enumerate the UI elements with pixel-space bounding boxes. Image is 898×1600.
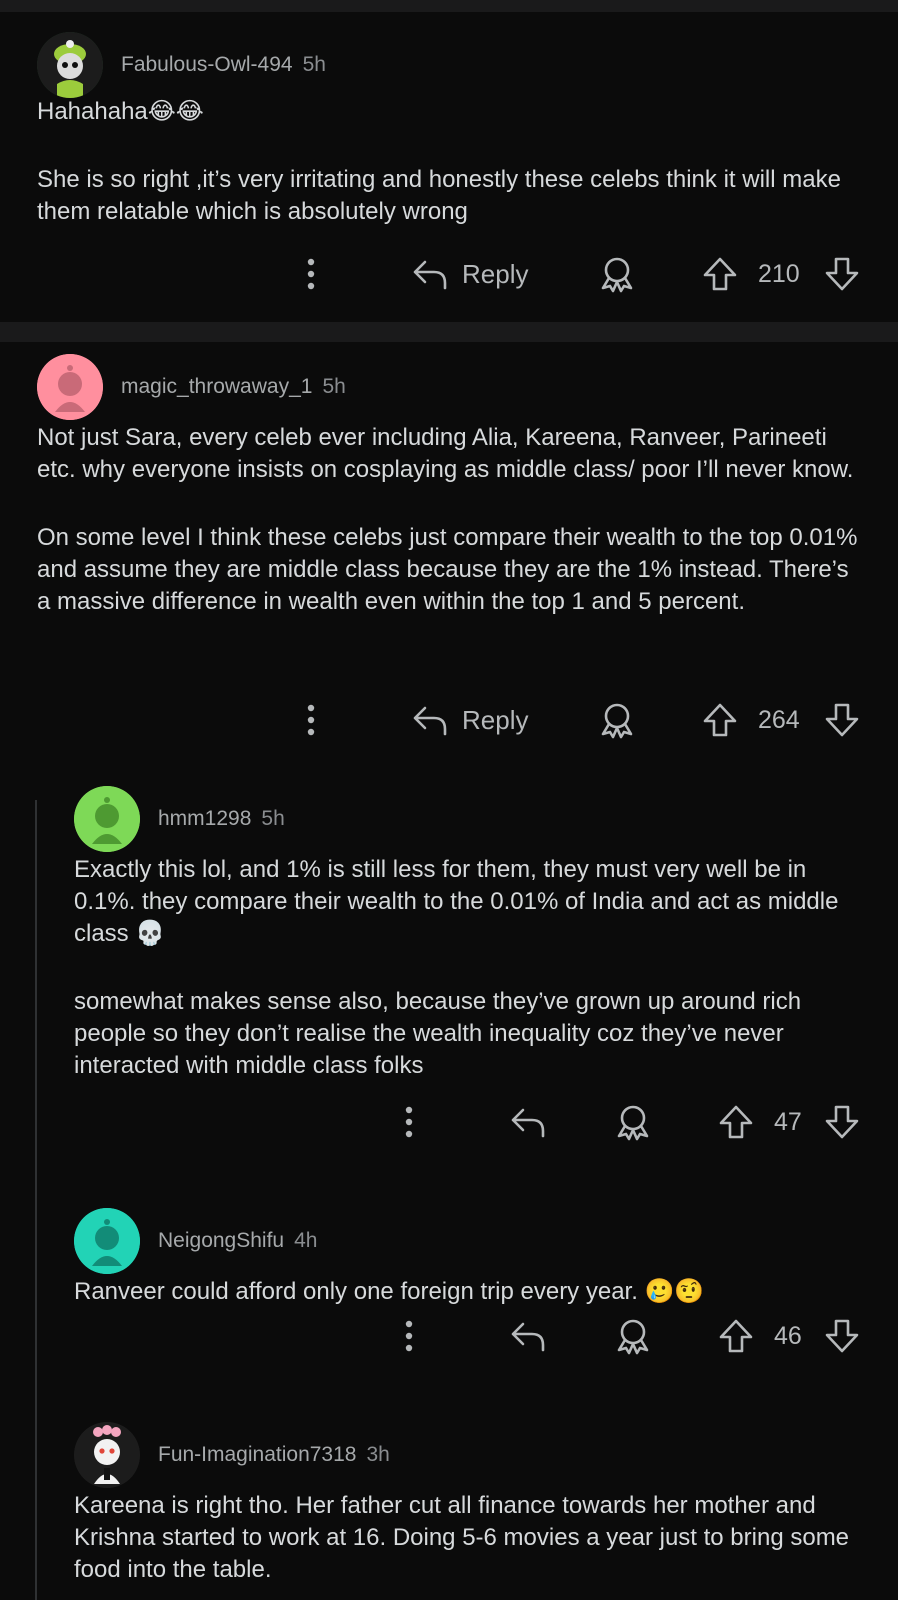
downvote-button[interactable] <box>824 702 860 738</box>
award-button[interactable] <box>598 255 636 293</box>
upvote-arrow-icon <box>719 1105 753 1139</box>
comment-paragraph: Hahahaha😂😂 <box>37 98 204 125</box>
vote-count-text: 47 <box>774 1107 802 1136</box>
comment-actions: 47 <box>0 1102 898 1142</box>
upvote-arrow-icon <box>703 257 737 291</box>
downvote-button[interactable] <box>824 1104 860 1140</box>
username[interactable]: NeigongShifu <box>158 1229 284 1253</box>
more-options-button[interactable] <box>403 1105 415 1139</box>
award-button[interactable] <box>598 701 636 739</box>
comment-body: Not just Sara, every celeb ever includin… <box>37 422 867 618</box>
reply-button[interactable] <box>510 1320 546 1352</box>
username[interactable]: Fun-Imagination7318 <box>158 1443 356 1467</box>
comment-card: Fabulous-Owl-494 5h Hahahaha😂😂 She is so… <box>0 12 898 322</box>
avatar[interactable] <box>74 786 140 852</box>
comment-card: magic_throwaway_1 5h Not just Sara, ever… <box>0 342 898 1600</box>
upvote-button[interactable] <box>718 1318 754 1354</box>
reply-button[interactable]: Reply <box>412 704 528 736</box>
downvote-arrow-icon <box>825 257 859 291</box>
avatar[interactable] <box>37 32 103 98</box>
username[interactable]: magic_throwaway_1 <box>121 375 312 399</box>
upvote-button[interactable] <box>702 702 738 738</box>
comment-paragraph: On some level I think these celebs just … <box>37 524 858 615</box>
comment-header: Fun-Imagination7318 3h <box>74 1422 390 1488</box>
reply-label: Reply <box>462 704 529 735</box>
comment-paragraph: Ranveer could afford only one foreign tr… <box>74 1278 705 1305</box>
comment-body: Ranveer could afford only one foreign tr… <box>74 1276 874 1308</box>
comment-paragraph: Not just Sara, every celeb ever includin… <box>37 424 854 483</box>
avatar[interactable] <box>74 1422 140 1488</box>
thread-line[interactable] <box>35 800 37 1600</box>
reply-label: Reply <box>462 258 529 289</box>
comment-paragraph: She is so right ,it’s very irritating an… <box>37 166 841 225</box>
upvote-button[interactable] <box>702 256 738 292</box>
comment-header: NeigongShifu 4h <box>74 1208 317 1274</box>
reply-arrow-icon <box>413 260 447 290</box>
vote-count: 47 <box>774 1108 802 1137</box>
more-options-icon <box>307 258 315 290</box>
upvote-arrow-icon <box>703 703 737 737</box>
comment-body: Hahahaha😂😂 She is so right ,it’s very ir… <box>37 96 867 228</box>
timestamp: 5h <box>261 807 285 830</box>
more-options-button[interactable] <box>305 257 317 291</box>
downvote-button[interactable] <box>824 256 860 292</box>
top-divider <box>0 0 898 12</box>
username[interactable]: Fabulous-Owl-494 <box>121 53 293 77</box>
award-icon <box>601 257 633 293</box>
vote-count: 210 <box>758 260 800 289</box>
downvote-arrow-icon <box>825 1319 859 1353</box>
vote-count-text: 210 <box>758 259 800 288</box>
award-button[interactable] <box>614 1317 652 1355</box>
upvote-button[interactable] <box>718 1104 754 1140</box>
more-options-icon <box>405 1106 413 1138</box>
timestamp: 5h <box>322 375 346 398</box>
vote-count-text: 46 <box>774 1321 802 1350</box>
downvote-arrow-icon <box>825 1105 859 1139</box>
vote-count-text: 264 <box>758 705 800 734</box>
award-icon <box>617 1105 649 1141</box>
comment-header: magic_throwaway_1 5h <box>37 354 346 420</box>
comment-actions: Reply 210 <box>0 254 898 294</box>
comment-paragraph: Kareena is right tho. Her father cut all… <box>74 1492 850 1583</box>
card-separator <box>0 322 898 342</box>
vote-count: 264 <box>758 706 800 735</box>
more-options-icon <box>405 1320 413 1352</box>
reply-arrow-icon <box>413 706 447 736</box>
award-icon <box>601 703 633 739</box>
reply-arrow-icon <box>511 1108 545 1138</box>
avatar[interactable] <box>74 1208 140 1274</box>
reply-button[interactable]: Reply <box>412 258 528 290</box>
timestamp: 5h <box>302 53 326 76</box>
reply-arrow-icon <box>511 1322 545 1352</box>
comment-body: Kareena is right tho. Her father cut all… <box>74 1490 874 1586</box>
avatar[interactable] <box>37 354 103 420</box>
downvote-arrow-icon <box>825 703 859 737</box>
more-options-icon <box>307 704 315 736</box>
more-options-button[interactable] <box>403 1319 415 1353</box>
timestamp: 4h <box>294 1229 318 1252</box>
comment-paragraph: somewhat makes sense also, because they’… <box>74 988 802 1079</box>
comment-paragraph: Exactly this lol, and 1% is still less f… <box>74 856 839 947</box>
comment-header: Fabulous-Owl-494 5h <box>37 32 326 98</box>
reply-button[interactable] <box>510 1106 546 1138</box>
username[interactable]: hmm1298 <box>158 807 251 831</box>
award-icon <box>617 1319 649 1355</box>
downvote-button[interactable] <box>824 1318 860 1354</box>
more-options-button[interactable] <box>305 703 317 737</box>
comment-actions: Reply 264 <box>0 700 898 740</box>
comment-actions: 46 <box>0 1316 898 1356</box>
award-button[interactable] <box>614 1103 652 1141</box>
timestamp: 3h <box>366 1443 390 1466</box>
comment-header: hmm1298 5h <box>74 786 285 852</box>
vote-count: 46 <box>774 1322 802 1351</box>
comment-body: Exactly this lol, and 1% is still less f… <box>74 854 874 1082</box>
upvote-arrow-icon <box>719 1319 753 1353</box>
